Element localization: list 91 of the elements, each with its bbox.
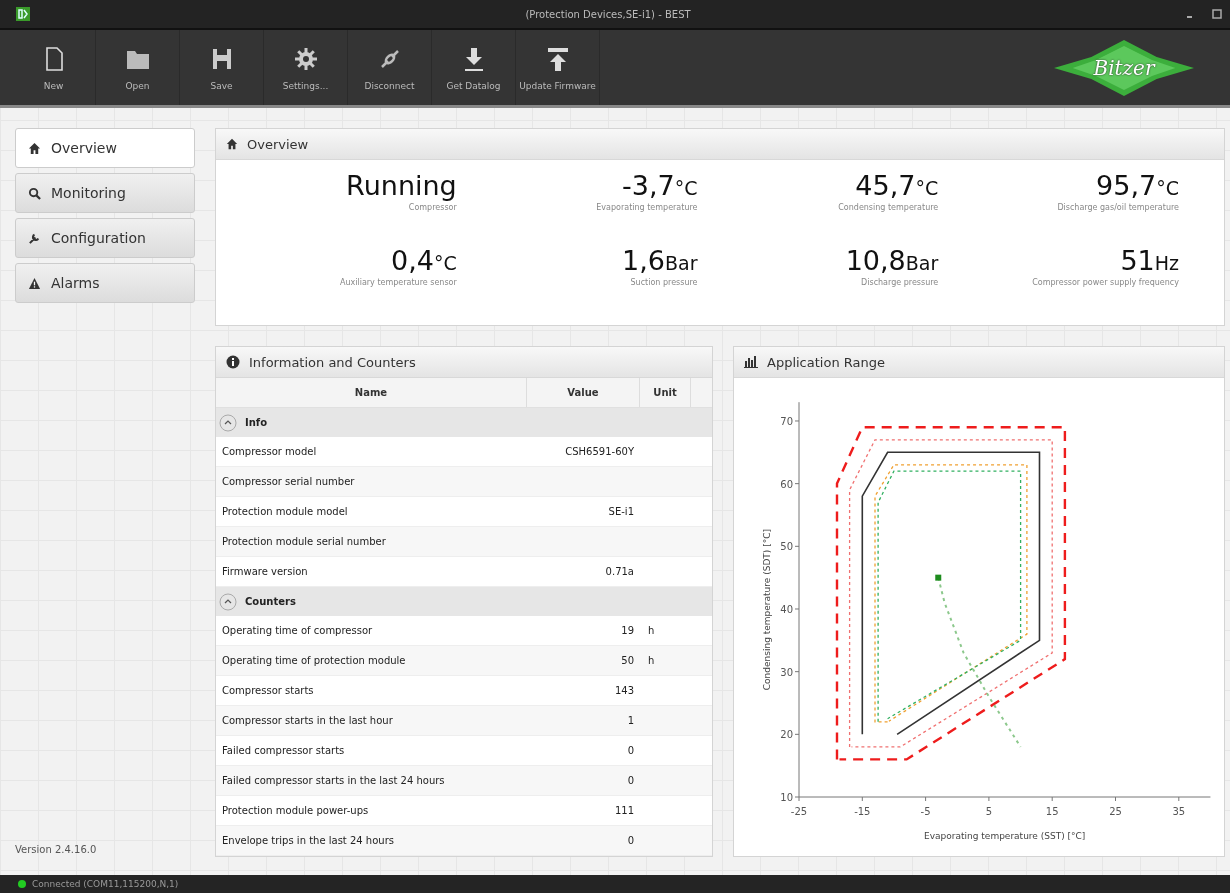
table-cell: h <box>648 655 655 666</box>
toolbar-button[interactable]: Get Datalog <box>432 30 516 105</box>
home-icon <box>28 141 41 155</box>
toolbar-button[interactable]: New <box>12 30 96 105</box>
tick-label: 15 <box>1045 805 1059 817</box>
table-cell-text: Compressor serial number <box>221 476 356 487</box>
table-cell: 1 <box>627 715 634 726</box>
table-cell-text: Protection module power-ups <box>221 805 370 816</box>
table-cell-text: Failed compressor starts <box>221 745 346 756</box>
metric-label: Condensing temperature <box>837 203 939 213</box>
metric-value: Running <box>345 169 457 203</box>
metric-value: -3,7°C <box>621 169 698 203</box>
toolbar-button[interactable]: Update Firmware <box>516 30 600 105</box>
metric-value: 1,6Bar <box>621 243 698 278</box>
metric-label: Discharge gas/oil temperature <box>1056 203 1179 213</box>
metric-value: 51Hz <box>1119 243 1179 278</box>
table-cell-text: Protection module serial number <box>221 536 387 547</box>
info-icon <box>226 355 240 369</box>
column-header[interactable]: Name <box>216 378 527 407</box>
nav-tab[interactable]: Alarms <box>15 263 195 303</box>
table-cell: 0 <box>627 745 634 756</box>
metric-label: Compressor power supply frequency <box>1031 277 1179 287</box>
maximize-icon[interactable] <box>1212 9 1222 19</box>
panel-title: Overview <box>247 136 309 152</box>
tick-label: 20 <box>780 728 793 740</box>
window-title: (Protection Devices,SE-i1) - BEST <box>524 8 692 20</box>
tick-label: 30 <box>780 666 793 678</box>
table-cell: 111 <box>614 805 634 816</box>
table-cell-text: Compressor model <box>221 446 318 457</box>
group-name: Info <box>245 417 268 428</box>
axis-title: Condensing temperature (SDT) [°C] <box>762 528 772 690</box>
toolbar-button[interactable]: Disconnect <box>348 30 432 105</box>
tick-label: 40 <box>780 603 793 615</box>
table-cell: 19 <box>621 625 634 636</box>
warning-icon <box>28 276 41 290</box>
metric-label: Discharge pressure <box>860 277 939 287</box>
wrench-icon <box>28 231 41 245</box>
table-cell-text: Operating time of protection module <box>221 655 407 666</box>
tick-label: -15 <box>854 805 871 817</box>
tick-label: 10 <box>780 791 793 803</box>
table-cell: CSH6591-60Y <box>565 446 634 457</box>
metric-value: 0,4°C <box>390 243 457 278</box>
metric-value: 45,7°C <box>854 169 939 203</box>
metric-label: Compressor <box>407 203 457 213</box>
tick-label: -25 <box>790 805 808 817</box>
toolbar-button[interactable]: Open <box>96 30 180 105</box>
tick-label: 50 <box>780 540 793 552</box>
table-cell-text: Envelope trips in the last 24 hours <box>221 835 395 846</box>
metric-value: 95,7°C <box>1095 169 1179 203</box>
table-cell-text: Operating time of compressor <box>221 625 374 636</box>
toolbar-button[interactable]: Settings... <box>264 30 348 105</box>
search-icon <box>28 186 41 200</box>
table-cell: 0.71a <box>605 566 634 577</box>
tick-label: -5 <box>920 805 931 817</box>
table-cell: h <box>648 625 655 636</box>
tick-label: 5 <box>985 805 993 817</box>
table-cell-text: Failed compressor starts in the last 24 hours <box>221 775 446 786</box>
group-name: Counters <box>245 596 296 607</box>
panel-title: Information and Counters <box>249 354 416 370</box>
table-cell-text: Protection module model <box>221 506 349 517</box>
panel-title: Application Range <box>767 354 885 370</box>
table-cell-text: Compressor starts <box>221 685 315 696</box>
nav-tab[interactable]: Overview <box>15 128 195 168</box>
table-cell: 0 <box>627 835 634 846</box>
tick-label: 35 <box>1172 805 1186 817</box>
status-text: Connected (COM11,115200,N,1) <box>32 879 179 889</box>
toolbar-button[interactable]: Save <box>180 30 264 105</box>
column-header[interactable]: Unit <box>640 378 691 407</box>
bar-chart-icon <box>744 356 758 368</box>
brand-logo: Bitzer <box>1054 40 1194 96</box>
metric-label: Suction pressure <box>629 277 698 287</box>
operating-point <box>935 574 942 581</box>
table-cell: 0 <box>627 775 634 786</box>
table-cell-text: Compressor starts in the last hour <box>221 715 394 726</box>
table-cell: 143 <box>614 685 634 696</box>
nav-tab[interactable]: Configuration <box>15 218 195 258</box>
home-icon <box>226 138 238 150</box>
tick-label: 60 <box>780 478 793 490</box>
nav-tab[interactable]: Monitoring <box>15 173 195 213</box>
metric-value: 10,8Bar <box>844 243 939 278</box>
table-cell: SE-i1 <box>608 506 634 517</box>
table-cell-text: Firmware version <box>221 566 309 577</box>
axis-title: Evaporating temperature (SST) [°C] <box>924 830 1086 841</box>
metric-label: Evaporating temperature <box>595 203 698 213</box>
version-text: Version 2.4.16.0 <box>15 844 98 855</box>
table-cell: 50 <box>621 655 634 666</box>
app-icon <box>16 7 30 21</box>
column-header[interactable]: Value <box>527 378 640 407</box>
tick-label: 25 <box>1109 805 1122 817</box>
tick-label: 70 <box>780 415 793 427</box>
metric-label: Auxiliary temperature sensor <box>339 277 457 287</box>
